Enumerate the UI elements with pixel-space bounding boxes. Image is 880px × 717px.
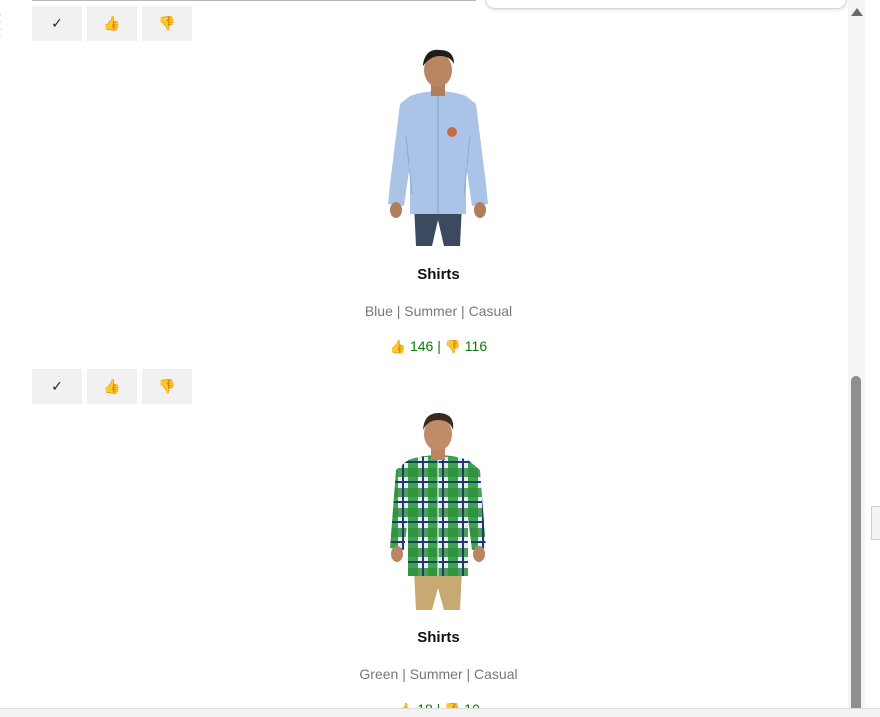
vote-counts: 👍 146 | 👎 116: [0, 338, 848, 355]
vote-separator: |: [437, 338, 441, 354]
popup-panel: [485, 0, 847, 9]
side-panel-tab[interactable]: [871, 506, 880, 540]
like-button[interactable]: 👍: [87, 6, 137, 41]
dislike-count: 10: [464, 701, 480, 708]
product-tags: Green | Summer | Casual: [359, 666, 518, 682]
product-image[interactable]: [368, 408, 508, 612]
scrollbar-thumb[interactable]: [851, 376, 861, 708]
like-button[interactable]: 👍: [87, 369, 137, 404]
select-button[interactable]: ✓: [32, 369, 82, 404]
like-count: 146: [409, 338, 434, 354]
thumbs-up-icon: 👍: [389, 340, 407, 355]
product-title[interactable]: Shirts: [0, 629, 848, 646]
dislike-count: 116: [464, 338, 488, 354]
like-count: 18: [417, 701, 433, 708]
thumbs-down-icon: 👎: [444, 340, 461, 355]
dislike-button[interactable]: 👎: [142, 369, 192, 404]
divider: [32, 0, 476, 1]
action-row: ✓ 👍 👎: [32, 369, 192, 404]
action-row: ✓ 👍 👎: [32, 6, 192, 41]
product-feed: ⸾ ✓ 👍 👎 Shirts Blue | Summer | Casual 👍 …: [0, 0, 848, 708]
select-button[interactable]: ✓: [32, 6, 82, 41]
product-image[interactable]: [368, 44, 508, 248]
product-title[interactable]: Shirts: [0, 266, 848, 283]
menu-icon[interactable]: ⸾: [0, 14, 12, 40]
vote-counts: 👍 18 | 👎 10: [0, 701, 848, 708]
scroll-up-arrow-icon[interactable]: [851, 8, 863, 16]
vote-separator: |: [437, 701, 441, 708]
dislike-button[interactable]: 👎: [142, 6, 192, 41]
product-tags: Blue | Summer | Casual: [364, 303, 513, 319]
